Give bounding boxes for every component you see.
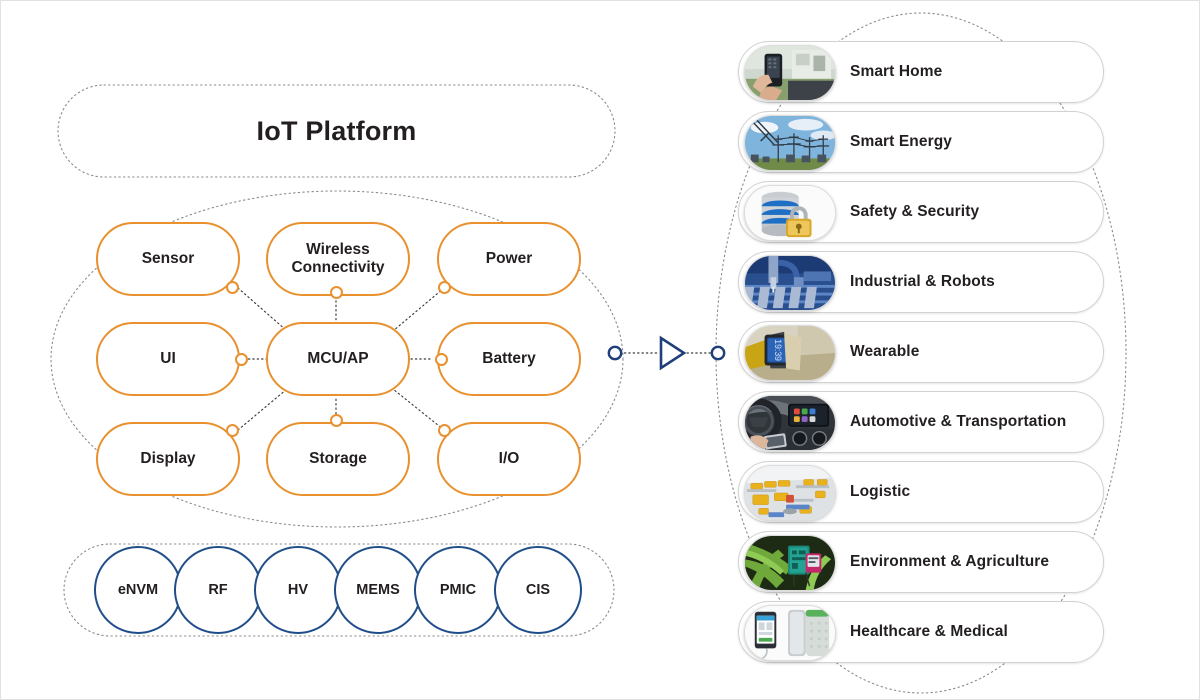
safety-security-photo-icon: [744, 185, 836, 241]
diagram-canvas: IoT Platform Sensor Wireless Connectivit…: [0, 0, 1200, 700]
application-label: Healthcare & Medical: [850, 623, 1008, 641]
connector-node-right: [712, 347, 724, 359]
connector-node-left: [609, 347, 621, 359]
smart-home-photo-icon: [744, 45, 836, 101]
tech-label: CIS: [526, 582, 550, 598]
block-mcu-ap[interactable]: MCU/AP: [266, 322, 410, 396]
connector-ring-wireless: [330, 286, 343, 299]
platform-title-card: IoT Platform: [58, 85, 615, 177]
wearable-photo-icon: 19:39: [744, 325, 836, 381]
logistic-photo-icon: [744, 465, 836, 521]
application-item-healthcare-medical[interactable]: Healthcare & Medical: [738, 601, 1104, 663]
block-battery[interactable]: Battery: [437, 322, 581, 396]
block-label-line2: Connectivity: [291, 259, 384, 276]
application-label: Automotive & Transportation: [850, 413, 1066, 431]
connector-ring-battery: [435, 353, 448, 366]
block-label: Storage: [309, 450, 367, 468]
application-item-logistic[interactable]: Logistic: [738, 461, 1104, 523]
block-power[interactable]: Power: [437, 222, 581, 296]
tech-circle-rf[interactable]: RF: [174, 546, 262, 634]
block-label: Sensor: [142, 250, 195, 268]
environment-agriculture-photo-icon: [744, 535, 836, 591]
application-item-smart-energy[interactable]: Smart Energy: [738, 111, 1104, 173]
tech-circle-cis[interactable]: CIS: [494, 546, 582, 634]
application-item-wearable[interactable]: 19:39 Wearable: [738, 321, 1104, 383]
block-wireless-connectivity[interactable]: Wireless Connectivity: [266, 222, 410, 296]
application-label: Environment & Agriculture: [850, 553, 1049, 571]
tech-label: HV: [288, 582, 308, 598]
block-label: MCU/AP: [307, 350, 368, 368]
connector-ring-sensor: [226, 281, 239, 294]
industrial-robots-photo-icon: [744, 255, 836, 311]
technologies-row: eNVM RF HV MEMS PMIC CIS: [94, 546, 584, 634]
platform-blocks-grid: Sensor Wireless Connectivity Power UI MC…: [96, 222, 581, 497]
tech-label: eNVM: [118, 582, 158, 598]
block-io[interactable]: I/O: [437, 422, 581, 496]
block-label: Wireless Connectivity: [291, 241, 384, 277]
block-label: Power: [486, 250, 533, 268]
page-title: IoT Platform: [257, 116, 417, 147]
healthcare-medical-photo-icon: [744, 605, 836, 661]
block-label: Display: [140, 450, 195, 468]
connector-ring-io: [438, 424, 451, 437]
wearable-watch-time: 19:39: [773, 339, 783, 361]
tech-circle-mems[interactable]: MEMS: [334, 546, 422, 634]
tech-label: RF: [208, 582, 227, 598]
tech-label: MEMS: [356, 582, 400, 598]
block-label: Battery: [482, 350, 535, 368]
tech-circle-hv[interactable]: HV: [254, 546, 342, 634]
tech-circle-envm[interactable]: eNVM: [94, 546, 182, 634]
tech-circle-pmic[interactable]: PMIC: [414, 546, 502, 634]
block-display[interactable]: Display: [96, 422, 240, 496]
block-ui[interactable]: UI: [96, 322, 240, 396]
application-item-environment-agriculture[interactable]: Environment & Agriculture: [738, 531, 1104, 593]
smart-energy-photo-icon: [744, 115, 836, 171]
application-label: Smart Home: [850, 63, 942, 81]
block-sensor[interactable]: Sensor: [96, 222, 240, 296]
connector-ring-storage: [330, 414, 343, 427]
application-label: Safety & Security: [850, 203, 979, 221]
application-item-industrial-robots[interactable]: Industrial & Robots: [738, 251, 1104, 313]
automotive-transportation-photo-icon: [744, 395, 836, 451]
application-item-safety-security[interactable]: Safety & Security: [738, 181, 1104, 243]
block-label-line1: Wireless: [306, 241, 370, 258]
application-item-automotive-transportation[interactable]: Automotive & Transportation: [738, 391, 1104, 453]
tech-label: PMIC: [440, 582, 476, 598]
platform-to-applications-connector: [601, 331, 731, 380]
connector-ring-display: [226, 424, 239, 437]
application-label: Smart Energy: [850, 133, 952, 151]
block-label: I/O: [499, 450, 520, 468]
connector-ring-power: [438, 281, 451, 294]
application-label: Logistic: [850, 483, 910, 501]
applications-list: Smart Home: [738, 41, 1104, 671]
block-storage[interactable]: Storage: [266, 422, 410, 496]
application-label: Industrial & Robots: [850, 273, 995, 291]
application-label: Wearable: [850, 343, 919, 361]
application-item-smart-home[interactable]: Smart Home: [738, 41, 1104, 103]
play-triangle-arrow-icon: [661, 338, 684, 368]
block-label: UI: [160, 350, 176, 368]
connector-ring-ui: [235, 353, 248, 366]
